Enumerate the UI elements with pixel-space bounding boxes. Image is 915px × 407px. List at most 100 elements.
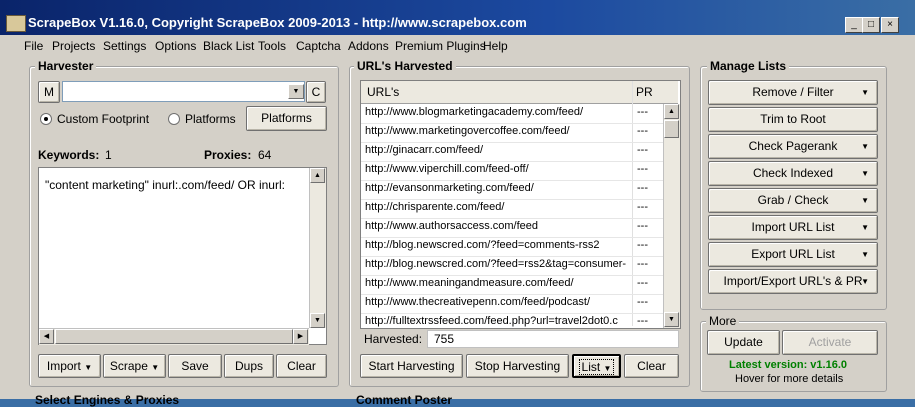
hover-details-text: Hover for more details — [735, 373, 844, 385]
scroll-down-icon[interactable]: ▼ — [664, 312, 679, 327]
manage-button-7[interactable]: Import/Export URL's & PR ▼ — [708, 269, 878, 294]
platforms-button[interactable]: Platforms — [246, 106, 327, 131]
menu-premium-plugins[interactable]: Premium Plugins — [395, 39, 486, 53]
url-cell: http://chrisparente.com/feed/ — [365, 201, 505, 213]
scroll-right-icon[interactable]: ▶ — [293, 329, 308, 344]
pr-cell: --- — [637, 239, 648, 251]
menu-captcha[interactable]: Captcha — [296, 39, 341, 53]
table-row[interactable]: http://www.thecreativepenn.com/feed/podc… — [361, 294, 663, 314]
scroll-down-icon[interactable]: ▼ — [310, 313, 325, 328]
m-button[interactable]: M — [38, 81, 60, 103]
manage-button-3[interactable]: Check Indexed ▼ — [708, 161, 878, 186]
keywords-textarea[interactable]: "content marketing" inurl:.com/feed/ OR … — [38, 167, 327, 345]
select-engines-title: Select Engines & Proxies — [35, 393, 180, 407]
table-row[interactable]: http://www.viperchill.com/feed-off/ --- — [361, 161, 663, 181]
url-cell: http://www.blogmarketingacademy.com/feed… — [365, 106, 584, 118]
chevron-down-icon: ▼ — [603, 364, 612, 373]
chevron-down-icon: ▼ — [861, 142, 869, 151]
keywords-vscroll[interactable]: ▲ ▼ — [309, 168, 326, 328]
url-cell: http://www.marketingovercoffee.com/feed/ — [365, 125, 570, 137]
footprint-combo[interactable]: ▼ — [62, 81, 305, 102]
chevron-down-icon[interactable]: ▼ — [288, 84, 304, 99]
table-row[interactable]: http://blog.newscred.com/?feed=rss2&tag=… — [361, 256, 663, 276]
manage-button-4[interactable]: Grab / Check ▼ — [708, 188, 878, 213]
pr-cell: --- — [637, 144, 648, 156]
chevron-down-icon: ▼ — [861, 277, 869, 286]
keywords-count: 1 — [105, 148, 112, 162]
platforms-radio[interactable] — [168, 113, 180, 125]
menu-projects[interactable]: Projects — [52, 39, 95, 53]
main-window: ScrapeBox V1.16.0, Copyright ScrapeBox 2… — [0, 0, 915, 407]
pr-cell: --- — [637, 277, 648, 289]
maximize-button[interactable]: □ — [862, 17, 880, 33]
chevron-down-icon: ▼ — [861, 223, 869, 232]
table-row[interactable]: http://www.meaningandmeasure.com/feed/ --… — [361, 275, 663, 295]
menu-settings[interactable]: Settings — [103, 39, 146, 53]
custom-footprint-label: Custom Footprint — [57, 112, 150, 126]
url-vscroll[interactable]: ▲ ▼ — [663, 104, 680, 328]
list-button[interactable]: List ▼ — [572, 354, 621, 378]
proxies-label: Proxies: — [204, 148, 252, 162]
url-cell: http://blog.newscred.com/?feed=rss2&tag=… — [365, 258, 627, 270]
pr-cell: --- — [637, 106, 648, 118]
manage-button-label: Trim to Root — [760, 112, 826, 126]
harvested-count: 755 — [434, 332, 455, 346]
list-button-label: List — [581, 360, 601, 374]
activate-button[interactable]: Activate — [782, 330, 878, 355]
manage-button-0[interactable]: Remove / Filter ▼ — [708, 80, 878, 105]
title-bar[interactable]: ScrapeBox V1.16.0, Copyright ScrapeBox 2… — [0, 0, 915, 35]
menu-addons[interactable]: Addons — [348, 39, 389, 53]
table-row[interactable]: http://www.marketingovercoffee.com/feed/… — [361, 123, 663, 143]
manage-button-1[interactable]: Trim to Root — [708, 107, 878, 132]
close-button[interactable]: × — [881, 17, 899, 33]
pr-cell: --- — [637, 125, 648, 137]
c-button[interactable]: C — [306, 81, 326, 103]
manage-lists-title: Manage Lists — [707, 59, 790, 73]
url-grid[interactable]: URL's PR http://www.blogmarketingacademy… — [360, 80, 681, 329]
clear-keywords-button[interactable]: Clear — [276, 354, 327, 378]
custom-footprint-radio[interactable] — [40, 113, 52, 125]
table-row[interactable]: http://chrisparente.com/feed/ --- — [361, 199, 663, 219]
pr-cell: --- — [637, 258, 648, 270]
menu-tools[interactable]: Tools — [258, 39, 286, 53]
table-row[interactable]: http://www.blogmarketingacademy.com/feed… — [361, 104, 663, 124]
menu-file[interactable]: File — [24, 39, 43, 53]
manage-button-5[interactable]: Import URL List ▼ — [708, 215, 878, 240]
clear-urls-button[interactable]: Clear — [624, 354, 679, 378]
manage-button-label: Grab / Check — [757, 193, 829, 207]
table-row[interactable]: http://www.authorsaccess.com/feed --- — [361, 218, 663, 238]
scroll-left-icon[interactable]: ◀ — [39, 329, 54, 344]
more-title: More — [706, 314, 740, 328]
table-row[interactable]: http://fulltextrssfeed.com/feed.php?url=… — [361, 313, 663, 328]
update-button[interactable]: Update — [707, 330, 780, 355]
col-header-urls[interactable]: URL's — [367, 85, 399, 99]
dups-button[interactable]: Dups — [224, 354, 274, 378]
vscroll-thumb[interactable] — [664, 120, 679, 138]
urls-title: URL's Harvested — [354, 59, 456, 73]
menu-blacklist[interactable]: Black List — [203, 39, 254, 53]
app-icon — [6, 15, 26, 32]
minimize-button[interactable]: _ — [845, 17, 863, 33]
manage-button-2[interactable]: Check Pagerank ▼ — [708, 134, 878, 159]
scrape-button[interactable]: Scrape ▼ — [103, 354, 166, 378]
scroll-up-icon[interactable]: ▲ — [310, 168, 325, 183]
pr-cell: --- — [637, 220, 648, 232]
harvested-label: Harvested: — [364, 332, 423, 346]
keywords-hscroll[interactable]: ◀ ▶ — [39, 328, 309, 345]
menu-help[interactable]: Help — [483, 39, 508, 53]
scroll-up-icon[interactable]: ▲ — [664, 104, 679, 119]
manage-button-6[interactable]: Export URL List ▼ — [708, 242, 878, 267]
table-row[interactable]: http://ginacarr.com/feed/ --- — [361, 142, 663, 162]
menu-options[interactable]: Options — [155, 39, 196, 53]
save-button[interactable]: Save — [168, 354, 222, 378]
stop-harvesting-button[interactable]: Stop Harvesting — [466, 354, 569, 378]
import-button[interactable]: Import ▼ — [38, 354, 101, 378]
hscroll-thumb[interactable] — [55, 329, 293, 344]
start-harvesting-button[interactable]: Start Harvesting — [360, 354, 463, 378]
table-row[interactable]: http://blog.newscred.com/?feed=comments-… — [361, 237, 663, 257]
url-cell: http://fulltextrssfeed.com/feed.php?url=… — [365, 315, 618, 327]
pr-cell: --- — [637, 296, 648, 308]
chevron-down-icon: ▼ — [861, 169, 869, 178]
table-row[interactable]: http://evansonmarketing.com/feed/ --- — [361, 180, 663, 200]
col-header-pr[interactable]: PR — [636, 85, 653, 99]
